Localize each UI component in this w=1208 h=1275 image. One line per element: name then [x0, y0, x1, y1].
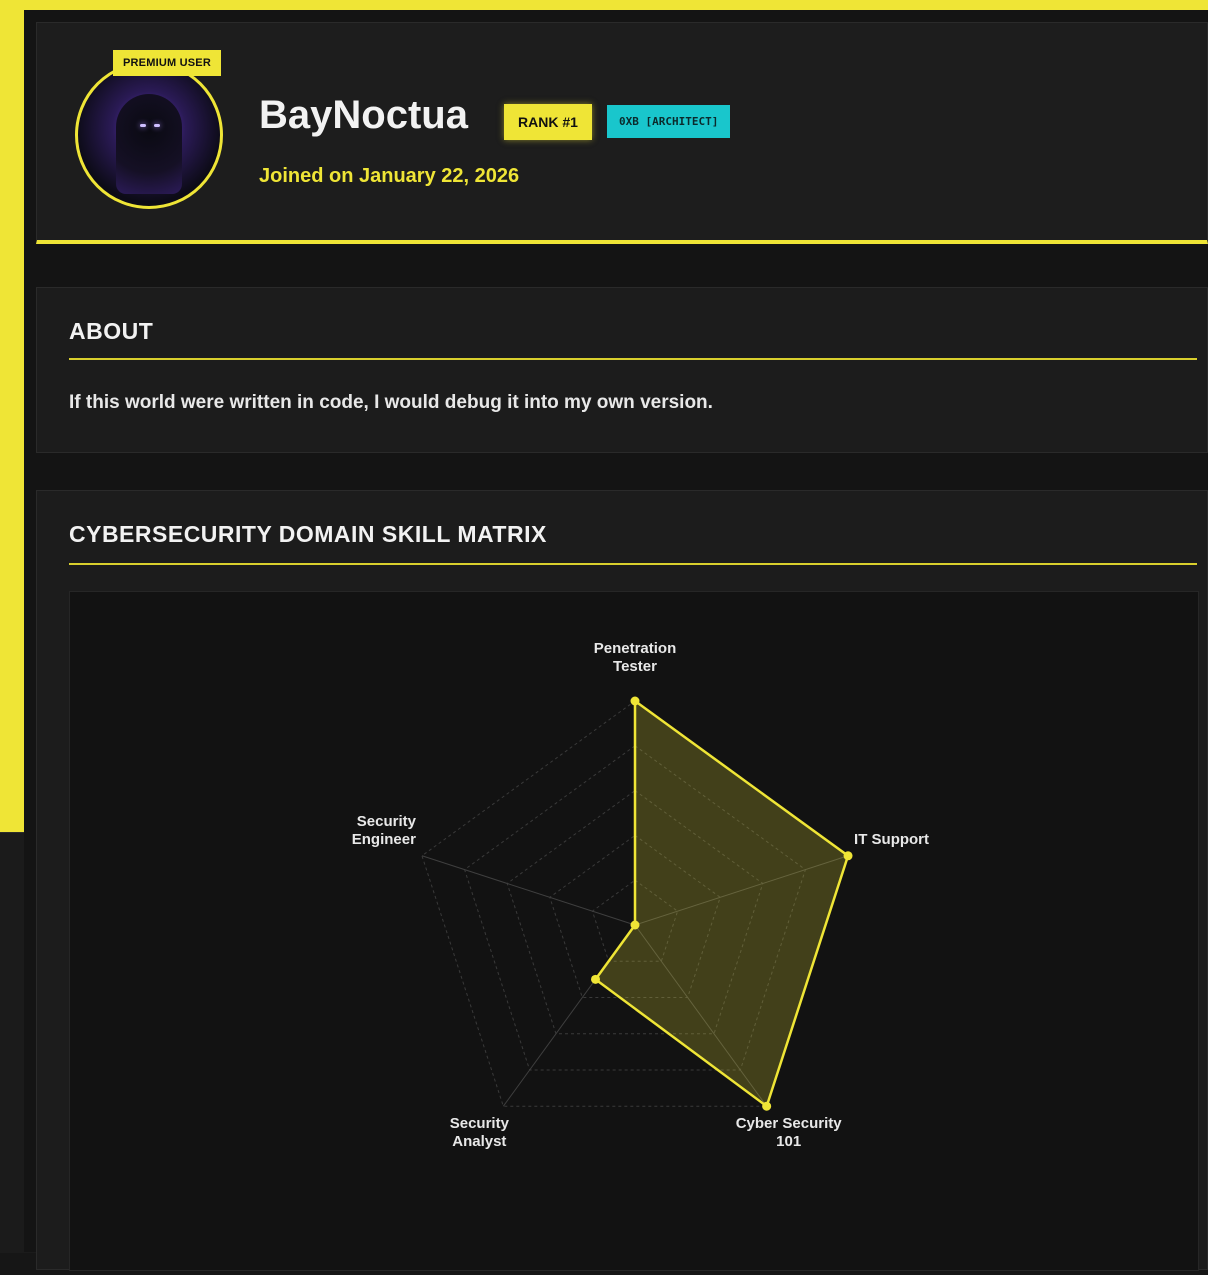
- section-divider: [69, 563, 1197, 565]
- radar-data-point: [843, 851, 853, 861]
- radar-chart: PenetrationTester IT Support Cyber Securit…: [352, 640, 929, 1150]
- username: BayNoctua: [259, 93, 468, 137]
- avatar-eye: [140, 124, 146, 127]
- about-card: ABOUT If this world were written in code…: [36, 287, 1208, 453]
- skill-matrix-title: CYBERSECURITY DOMAIN SKILL MATRIX: [69, 521, 547, 547]
- main-column: PREMIUM USER BayNoctua RANK #1 0XB [ARCH…: [24, 10, 1208, 1271]
- premium-badge: PREMIUM USER: [113, 50, 221, 76]
- profile-card: PREMIUM USER BayNoctua RANK #1 0XB [ARCH…: [36, 22, 1208, 244]
- joined-date: Joined on January 22, 2026: [259, 165, 520, 187]
- radar-axis-label: Security: [450, 1115, 510, 1132]
- avatar-eye: [154, 124, 160, 127]
- skill-matrix-card: CYBERSECURITY DOMAIN SKILL MATRIX Penetr…: [36, 490, 1208, 1271]
- about-text: If this world were written in code, I wo…: [69, 392, 713, 413]
- radar-chart-container: Penetration Tester IT Support Cyber Securit…: [69, 591, 1199, 1271]
- radar-axis-label: Security: [357, 813, 417, 830]
- radar-axis-label: IT Support: [854, 831, 929, 848]
- radar-axis-label: Penetration: [594, 640, 677, 657]
- radar-data-point: [591, 974, 601, 984]
- avatar: [75, 61, 223, 209]
- radar-data-point: [630, 696, 640, 706]
- radar-axis-label: 101: [776, 1133, 801, 1150]
- radar-axis-label: Tester: [613, 658, 657, 675]
- avatar-hood: [116, 94, 182, 194]
- section-divider: [69, 358, 1197, 360]
- role-badge: 0XB [ARCHITECT]: [607, 105, 731, 138]
- radar-data-point: [762, 1101, 772, 1111]
- radar-axis-line: [421, 855, 636, 926]
- rank-badge: RANK #1: [504, 104, 592, 140]
- radar-data-point: [630, 920, 640, 930]
- radar-axis-label: Cyber Security: [736, 1115, 843, 1132]
- radar-axis-label: Engineer: [352, 831, 416, 848]
- about-title: ABOUT: [69, 318, 154, 344]
- radar-data-area: [593, 698, 850, 1109]
- radar-axis-label: Analyst: [452, 1133, 506, 1150]
